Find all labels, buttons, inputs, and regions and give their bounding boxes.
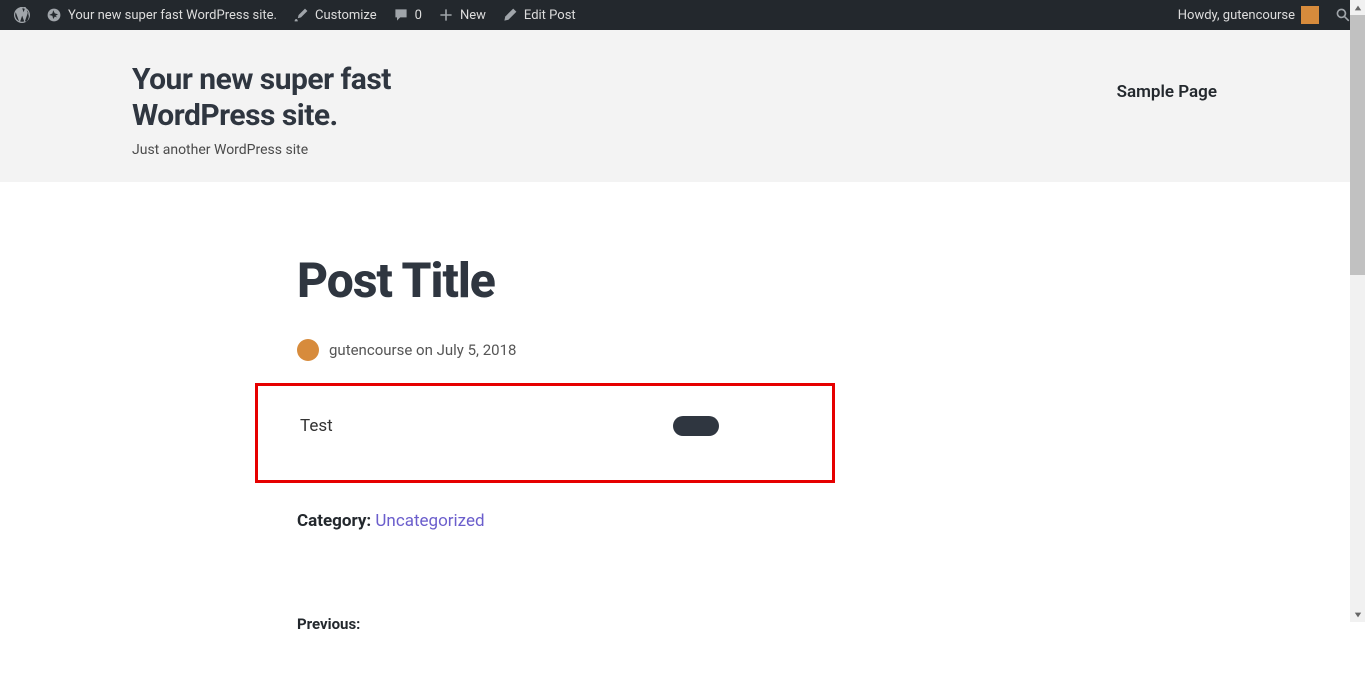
new-menu[interactable]: New <box>430 0 494 30</box>
comments-count: 0 <box>415 8 422 23</box>
post-category: Category: Uncategorized <box>297 511 1057 531</box>
previous-label: Previous: <box>297 615 1057 633</box>
category-link[interactable]: Uncategorized <box>375 511 484 531</box>
site-tagline: Just another WordPress site <box>132 142 532 158</box>
plus-icon <box>438 7 454 23</box>
category-label: Category: <box>297 511 371 531</box>
pencil-icon <box>502 7 518 23</box>
test-text: Test <box>300 416 333 436</box>
byline-text: gutencourse on July 5, 2018 <box>329 341 516 359</box>
post-byline: gutencourse on July 5, 2018 <box>297 339 1057 361</box>
author-name[interactable]: gutencourse <box>329 341 412 359</box>
edit-post-menu[interactable]: Edit Post <box>494 0 584 30</box>
avatar-small <box>1301 6 1319 24</box>
nav-sample-page[interactable]: Sample Page <box>1117 82 1217 102</box>
comment-icon <box>393 7 409 23</box>
my-account-menu[interactable]: Howdy, gutencourse <box>1170 0 1327 30</box>
howdy-text: Howdy, gutencourse <box>1178 8 1295 23</box>
comments-menu[interactable]: 0 <box>385 0 430 30</box>
byline-on: on <box>416 341 433 359</box>
new-label: New <box>460 8 486 23</box>
author-avatar <box>297 339 319 361</box>
admin-bar-left: Your new super fast WordPress site. Cust… <box>6 0 584 30</box>
wordpress-icon <box>14 7 30 23</box>
button-pill[interactable] <box>673 416 719 436</box>
scrollbar-thumb[interactable] <box>1350 15 1365 275</box>
customize-menu[interactable]: Customize <box>285 0 385 30</box>
brush-icon <box>293 7 309 23</box>
customize-label: Customize <box>315 8 377 23</box>
post-title: Post Title <box>297 252 1057 309</box>
post-date[interactable]: July 5, 2018 <box>437 341 517 359</box>
wp-logo-menu[interactable] <box>6 0 38 30</box>
search-icon <box>1335 7 1351 23</box>
site-title[interactable]: Your new super fast WordPress site. <box>132 62 532 134</box>
site-branding: Your new super fast WordPress site. Just… <box>132 62 532 158</box>
wp-admin-bar: Your new super fast WordPress site. Cust… <box>0 0 1365 30</box>
admin-bar-right: Howdy, gutencourse <box>1170 0 1359 30</box>
scroll-up-button[interactable] <box>1350 0 1365 15</box>
scroll-down-button[interactable] <box>1350 607 1365 622</box>
scrollbar-track <box>1350 0 1365 622</box>
post-content: Post Title gutencourse on July 5, 2018 T… <box>297 182 1057 673</box>
edit-post-label: Edit Post <box>524 8 576 23</box>
dashboard-icon <box>46 7 62 23</box>
highlight-box: Test <box>255 383 835 483</box>
site-header: Your new super fast WordPress site. Just… <box>0 30 1365 182</box>
site-name-menu[interactable]: Your new super fast WordPress site. <box>38 0 285 30</box>
admin-site-name: Your new super fast WordPress site. <box>68 8 277 23</box>
